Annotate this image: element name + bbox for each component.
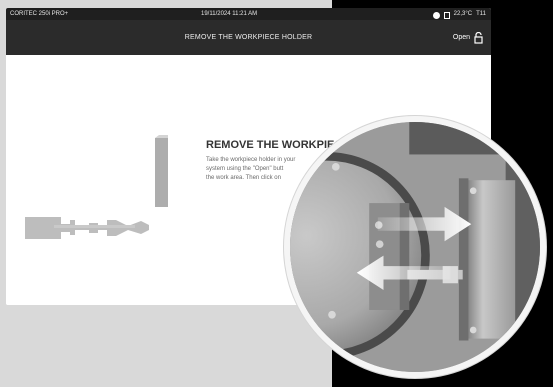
unlock-icon [474, 31, 483, 44]
status-right-group: 22,3°C T11 [432, 8, 486, 20]
right-holder-edge [458, 178, 469, 341]
disc-screw-1 [331, 163, 340, 171]
clamp-screw-2 [375, 240, 384, 248]
page: CORITEC 250i PRO+ 19/11/2024 11:21 AM 22… [0, 0, 553, 387]
circle-icon [432, 11, 440, 19]
status-bar: CORITEC 250i PRO+ 19/11/2024 11:21 AM 22… [6, 8, 491, 20]
page-title: REMOVE THE WORKPIECE HOLDER [184, 34, 313, 41]
battery-icon [443, 11, 450, 19]
right-holder-block [465, 180, 516, 339]
zoom-detail [284, 116, 546, 378]
zoom-detail-illustration [290, 122, 540, 372]
open-button[interactable]: Open [453, 20, 483, 55]
open-button-label: Open [452, 34, 470, 41]
holder-screw-2 [469, 326, 477, 334]
holder-rod [54, 225, 135, 228]
temperature: 22,3°C [453, 11, 473, 17]
disc-screw-2 [328, 310, 336, 319]
holder-plate-edge [155, 135, 168, 207]
instruction-line-1: Take the workpiece holder in your [206, 157, 296, 163]
holder-screw-1 [469, 187, 477, 195]
datetime: 19/11/2024 11:21 AM [201, 11, 258, 17]
status-code: T11 [476, 11, 486, 17]
title-bar: REMOVE THE WORKPIECE HOLDER Open [6, 20, 491, 55]
device-name: CORITEC 250i PRO+ [10, 11, 69, 17]
workpiece-holder-illustration [25, 135, 168, 239]
